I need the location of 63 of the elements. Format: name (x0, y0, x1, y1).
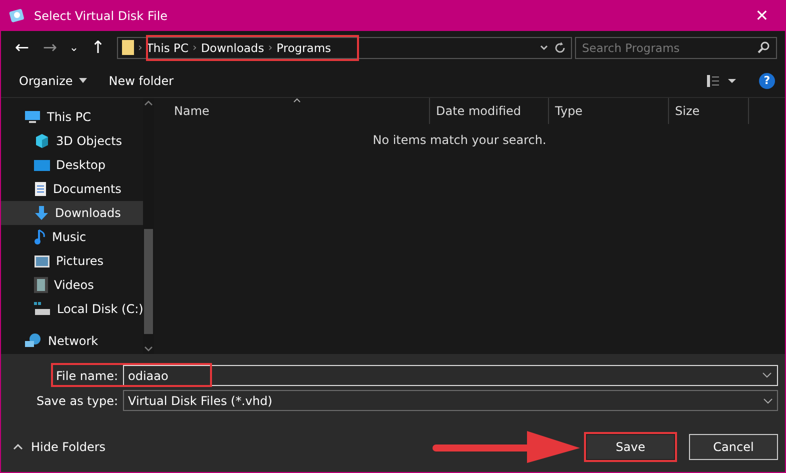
sidebar-scrollbar[interactable] (143, 98, 154, 354)
monitor-icon (34, 158, 50, 172)
save-button[interactable]: Save (586, 434, 675, 460)
close-button[interactable]: ✕ (739, 0, 785, 31)
field-label: File name: (55, 368, 119, 382)
scrollbar-thumb[interactable] (144, 229, 154, 334)
document-icon (34, 181, 47, 197)
computer-icon (24, 110, 41, 124)
help-button[interactable]: ? (759, 72, 775, 88)
breadcrumb-item[interactable]: This PC (146, 40, 189, 54)
sidebar-item[interactable]: Local Disk (C:) (1, 297, 144, 321)
sidebar-item[interactable]: 3D Objects (1, 129, 144, 153)
file-type-dropdown[interactable]: Virtual Disk Files (*.vhd) (123, 390, 778, 411)
cancel-button[interactable]: Cancel (689, 434, 778, 460)
up-button[interactable]: ↑ (85, 38, 111, 58)
breadcrumb-item[interactable]: Programs (276, 40, 332, 54)
search-icon (757, 40, 770, 54)
scroll-up-icon[interactable] (144, 100, 154, 106)
sidebar-item[interactable]: Downloads (1, 201, 144, 225)
organize-menu[interactable]: Organize (19, 74, 87, 88)
column-header[interactable]: Size (669, 98, 749, 124)
path-separator: › (192, 41, 197, 54)
forward-button[interactable]: → (37, 38, 63, 58)
file-name-field[interactable]: odiaao (123, 365, 778, 386)
refresh-icon[interactable] (553, 40, 567, 54)
music-note-icon (34, 229, 46, 245)
empty-message: No items match your search. (372, 133, 548, 147)
scroll-down-icon[interactable] (144, 346, 154, 352)
film-icon (34, 277, 48, 293)
sidebar-item[interactable]: Videos (1, 273, 144, 297)
column-header[interactable]: Name (168, 98, 430, 124)
picture-icon (34, 254, 50, 268)
field-label: Save as type: (35, 394, 119, 408)
folder-icon (122, 40, 134, 55)
view-options-icon[interactable] (707, 74, 737, 86)
path-separator: › (138, 41, 142, 54)
sidebar-item[interactable]: Music (1, 225, 144, 249)
chevron-up-icon (13, 444, 23, 450)
breadcrumb-item[interactable]: Downloads (200, 40, 264, 54)
chevron-down-icon (763, 398, 773, 404)
search-field[interactable]: Search Programs (575, 36, 777, 58)
recent-locations-button[interactable]: ⌄ (65, 41, 83, 54)
chevron-down-icon[interactable] (539, 42, 549, 52)
sidebar-item[interactable]: Desktop (1, 153, 144, 177)
path-separator: › (268, 41, 272, 54)
window-title: Select Virtual Disk File (34, 8, 169, 22)
new-folder-button[interactable]: New folder (108, 74, 174, 88)
address-bar[interactable]: › This PC › Downloads › Programs (117, 36, 572, 58)
cube-icon (34, 133, 50, 149)
down-arrow-icon (34, 205, 49, 221)
sidebar-item[interactable]: This PC (1, 105, 144, 129)
column-header[interactable]: Date modified (430, 98, 549, 124)
sidebar-item[interactable]: Network (1, 329, 144, 353)
back-button[interactable]: ← (9, 38, 35, 58)
column-header[interactable]: Type (549, 98, 669, 124)
network-globe-icon (24, 333, 42, 349)
hide-folders-button[interactable]: Hide Folders (13, 440, 106, 454)
chevron-down-icon[interactable] (762, 372, 772, 378)
sidebar-item[interactable]: Documents (1, 177, 144, 201)
drive-icon (34, 302, 51, 316)
sort-caret-icon (293, 98, 301, 103)
sidebar-item[interactable]: Pictures (1, 249, 144, 273)
caret-icon (78, 78, 87, 83)
